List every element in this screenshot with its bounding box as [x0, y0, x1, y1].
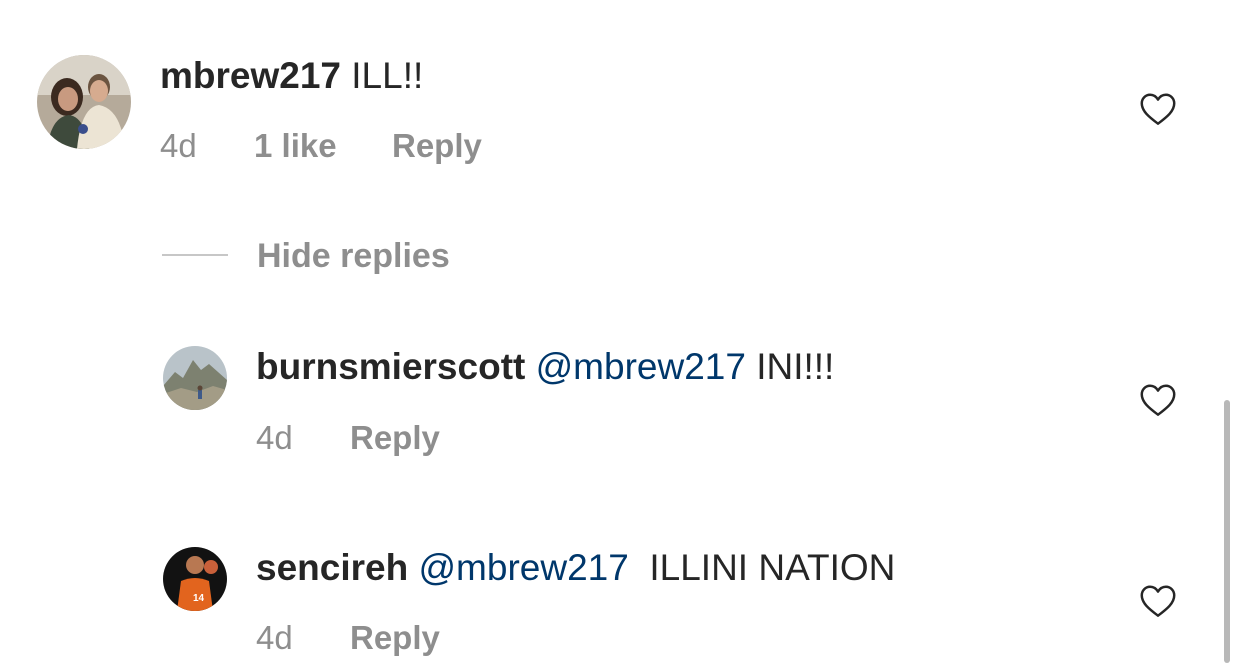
avatar-mbrew217[interactable] — [37, 55, 131, 149]
basketball-player-avatar: 14 — [163, 547, 227, 611]
like-reply-button[interactable] — [1139, 584, 1177, 618]
comment-time: 4d — [160, 127, 197, 164]
couple-photo-avatar — [37, 55, 131, 149]
comment-text: mbrew217 ILL!! — [160, 54, 423, 98]
heart-outline-icon — [1140, 93, 1176, 125]
svg-text:14: 14 — [193, 593, 205, 604]
scrollbar[interactable] — [1224, 400, 1230, 663]
reply-text: burnsmierscott @mbrew217 INI!!! — [256, 345, 834, 389]
reply-reply-button[interactable]: Reply — [350, 618, 440, 658]
hide-replies-divider — [162, 254, 228, 256]
comment-username[interactable]: mbrew217 — [160, 55, 341, 96]
like-comment-button[interactable] — [1139, 92, 1177, 126]
hide-replies-button[interactable]: Hide replies — [257, 234, 450, 278]
avatar-sencireh[interactable]: 14 — [163, 547, 227, 611]
heart-outline-icon — [1140, 384, 1176, 416]
reply-username[interactable]: burnsmierscott — [256, 346, 525, 387]
reply-text: sencireh @mbrew217 ILLINI NATION — [256, 546, 895, 590]
comment-meta: 4d 1 like Reply — [160, 126, 560, 166]
reply-username[interactable]: sencireh — [256, 547, 408, 588]
reply-mention[interactable]: @mbrew217 — [418, 547, 628, 588]
comment-likes-button[interactable]: 1 like — [254, 126, 337, 166]
reply-meta: 4d Reply — [256, 418, 556, 458]
like-reply-button[interactable] — [1139, 383, 1177, 417]
reply-time: 4d — [256, 419, 293, 456]
reply-meta: 4d Reply — [256, 618, 556, 658]
reply-mention[interactable]: @mbrew217 — [536, 346, 746, 387]
reply-body: INI!!! — [756, 346, 835, 387]
avatar-burnsmierscott[interactable] — [163, 346, 227, 410]
comment-body: ILL!! — [351, 55, 424, 96]
comment-reply-button[interactable]: Reply — [392, 126, 482, 166]
reply-time: 4d — [256, 619, 293, 656]
heart-outline-icon — [1140, 585, 1176, 617]
reply-reply-button[interactable]: Reply — [350, 418, 440, 458]
mountain-photo-avatar — [163, 346, 227, 410]
reply-body: ILLINI NATION — [639, 547, 896, 588]
